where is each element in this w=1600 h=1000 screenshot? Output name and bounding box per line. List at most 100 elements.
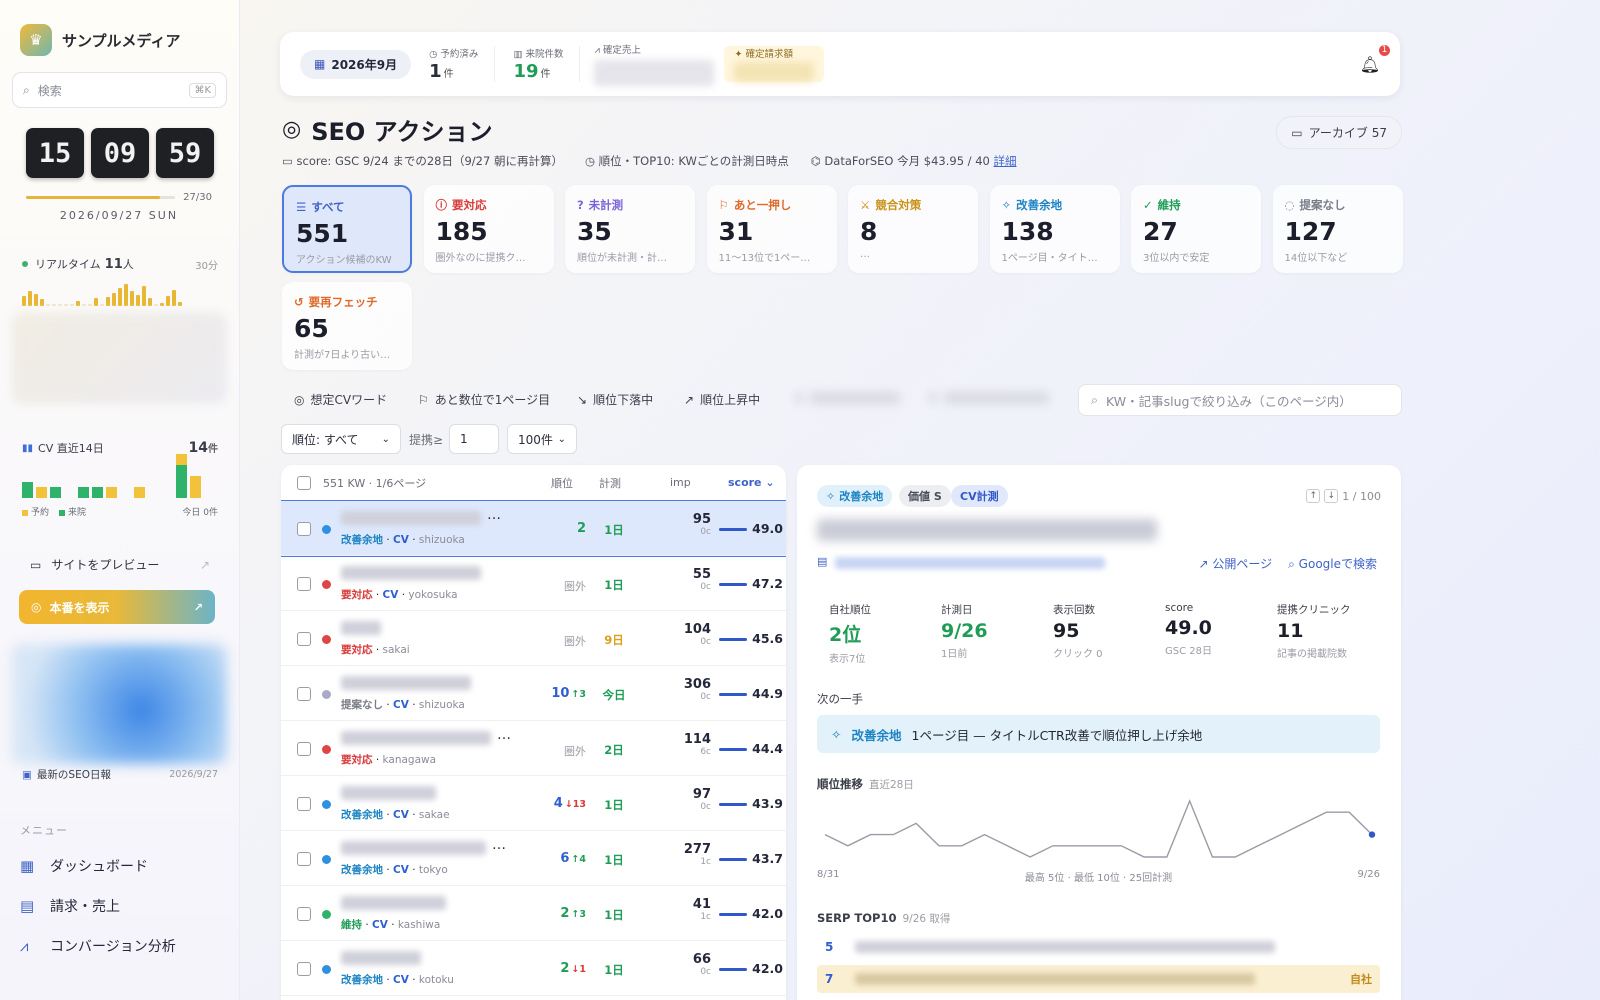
table-row[interactable]: 改善余地 · CV · sakae 4 ↓13 1日 97 0c 43.9 xyxy=(281,776,786,831)
row-checkbox[interactable] xyxy=(297,907,311,921)
nav-billing[interactable]: ▤ 請求・売上 xyxy=(20,896,120,916)
select-all-checkbox[interactable] xyxy=(297,476,311,490)
calendar-icon: ▦ xyxy=(314,57,326,71)
notifications-button[interactable]: 🔔︎ 1 xyxy=(1360,42,1392,74)
month-selector[interactable]: ▦ 2026年9月 xyxy=(300,49,412,79)
table-row[interactable]: … 要対応 · kanagawa 圏外 2日 114 6c 44.4 xyxy=(281,721,786,776)
details-link[interactable]: 詳細 xyxy=(994,154,1017,168)
detail-kpi: 計測日 9/26 1日前 xyxy=(941,602,1053,665)
col-rank[interactable]: 順位 xyxy=(551,475,573,491)
brand[interactable]: ♛ サンプルメディア xyxy=(20,24,181,56)
next-action-heading: 次の一手 xyxy=(817,692,863,706)
filter-card-sub: 3位以内で安定 xyxy=(1143,253,1210,264)
page-title-text: SEO アクション xyxy=(311,118,493,146)
realtime-bar xyxy=(88,304,92,306)
crown-icon: ♛ xyxy=(20,24,52,56)
page-title: ◎ SEO アクション xyxy=(282,112,492,147)
filter-card-sub: 11〜13位で1ペー… xyxy=(718,253,811,264)
check-icon: ✓ xyxy=(1143,198,1153,212)
rank-history-heading: 順位推移 直近28日 xyxy=(817,777,914,791)
row-measured: 1日 xyxy=(604,908,624,922)
nav-conversion[interactable]: ⩘ コンバージョン分析 xyxy=(20,936,176,956)
table-row[interactable]: 改善余地 · CV · kotoku 2 ↓1 1日 66 0c 42.0 xyxy=(281,941,786,996)
table-row[interactable]: 要対応 · CV · yokosuka 圏外 1日 55 0c 47.2 xyxy=(281,556,786,611)
blurred-value xyxy=(734,62,815,82)
serp-heading: SERP TOP10 9/26 取得 xyxy=(817,911,951,925)
target-icon: ◎ xyxy=(282,117,302,142)
row-checkbox[interactable] xyxy=(297,742,311,756)
per-page-select[interactable]: 100件 ⌄ xyxy=(507,424,577,454)
table-row[interactable]: 要対応 · sakai 圏外 9日 104 0c 45.6 xyxy=(281,611,786,666)
row-checkbox[interactable] xyxy=(297,797,311,811)
view-live-button[interactable]: ◎ 本番を表示 ↗ xyxy=(19,590,215,624)
brand-name: サンプルメディア xyxy=(62,31,181,50)
table-row[interactable]: 維持 · CV · kashiwa 2 ↑3 1日 41 1c 42.0 xyxy=(281,886,786,941)
quick-filter-near-page1[interactable]: ⚐ あと数位で1ページ目 xyxy=(418,391,550,408)
row-tags: 要対応 · kanagawa xyxy=(341,754,437,766)
quick-filter-rising[interactable]: ↗ 順位上昇中 xyxy=(684,391,760,408)
next-arrow-icon[interactable]: ↓ xyxy=(1324,489,1339,503)
quick-filter-blurred[interactable]: ⇩ xyxy=(928,391,1050,405)
site-preview-link[interactable]: ▭ サイトをプレビュー ↗ xyxy=(30,556,210,573)
table-row[interactable]: … 改善余地 · CV · tokyo 6 ↑4 1日 277 1c 43.7 xyxy=(281,831,786,886)
col-measured[interactable]: 計測 xyxy=(599,475,621,491)
keyword-filter-input[interactable]: ⌕ KW・記事slugで絞り込み（このページ内） xyxy=(1078,384,1402,416)
filter-card[interactable]: ↺ 要再フェッチ 65 計測が7日より古い… xyxy=(282,282,412,370)
row-checkbox[interactable] xyxy=(297,522,311,536)
grid-icon: ▦ xyxy=(20,857,35,875)
quick-filter-label: 順位上昇中 xyxy=(700,393,761,407)
row-checkbox[interactable] xyxy=(297,687,311,701)
rank-select[interactable]: 順位: すべて ⌄ xyxy=(281,424,401,454)
sidebar-search[interactable]: ⌕ 検索 ⌘K xyxy=(12,72,227,108)
col-score[interactable]: score ⌄ xyxy=(728,476,775,489)
row-tag: 維持 xyxy=(341,919,362,931)
row-checkbox[interactable] xyxy=(297,852,311,866)
row-checkbox[interactable] xyxy=(297,577,311,591)
filter-card[interactable]: ⚔ 競合対策 8… xyxy=(848,185,978,273)
nav-dashboard[interactable]: ▦ ダッシュボード xyxy=(20,856,148,876)
row-rank: 2 ↓1 xyxy=(506,961,586,976)
row-checkbox[interactable] xyxy=(297,632,311,646)
cv-tag: CV xyxy=(393,534,409,546)
serp-row-own[interactable]: 7 自社 xyxy=(817,965,1380,993)
table-row[interactable]: … 改善余地 · CV · shizuoka 2 1日 95 0c 49.0 xyxy=(281,500,786,557)
trend-icon: ⩘ xyxy=(594,45,600,56)
public-page-link[interactable]: ↗ 公開ページ xyxy=(1198,555,1272,572)
blurred-article-url[interactable] xyxy=(835,557,1105,569)
table-row[interactable]: 提案なし · CV · shizuoka 10 ↑3 今日 306 0c 44.9 xyxy=(281,666,786,721)
filter-card[interactable]: ☰ すべて 551 アクション候補のKW xyxy=(282,185,412,273)
clock-hours: 15 xyxy=(26,128,84,178)
month-progress-track xyxy=(26,196,176,199)
prev-arrow-icon[interactable]: ↑ xyxy=(1306,489,1321,503)
archive-button[interactable]: ▭ アーカイブ 57 xyxy=(1276,116,1402,149)
filter-card-count: 127 xyxy=(1284,217,1337,246)
realtime-bar xyxy=(82,304,86,306)
quick-filter-blurred[interactable]: ⇩ xyxy=(794,391,901,405)
filter-card[interactable]: ✧ 改善余地 138 1ページ目・タイト… xyxy=(989,185,1120,273)
row-checkbox[interactable] xyxy=(297,962,311,976)
filter-card-sub: アクション候補のKW xyxy=(296,255,392,266)
cv-tag: CV xyxy=(382,589,399,601)
rank-delta: ↑3 xyxy=(571,909,586,920)
status-dot-icon xyxy=(322,910,331,919)
next-action-tag: 改善余地 xyxy=(851,727,902,743)
filter-card[interactable]: ⓘ 要対応 185 圏外なのに提携ク… xyxy=(423,185,554,273)
row-tag: 改善余地 xyxy=(341,809,383,821)
filter-card[interactable]: ⚐ あと一押し 31 11〜13位で1ペー… xyxy=(706,185,837,273)
filter-card[interactable]: ? 未計測 35 順位が未計測・計… xyxy=(565,185,695,273)
quick-filter-dropping[interactable]: ↘ 順位下落中 xyxy=(577,391,653,408)
teian-input[interactable]: 1 xyxy=(449,424,499,454)
score-bar xyxy=(719,913,747,916)
search-placeholder: 検索 xyxy=(37,83,62,98)
kpi-value: 9/26 xyxy=(941,620,988,642)
filter-card[interactable]: ✓ 維持 27 3位以内で安定 xyxy=(1131,185,1261,273)
google-search-link[interactable]: ⌕ Googleで検索 xyxy=(1288,555,1377,572)
serp-row[interactable]: 5 xyxy=(817,933,1380,961)
quick-filter-cv[interactable]: ◎ 想定CVワード xyxy=(294,391,387,408)
row-imp: 55 0c xyxy=(651,567,711,592)
seo-report-link[interactable]: ▣ 最新のSEO日報 2026/9/27 xyxy=(22,767,218,782)
seo-report-thumbnail[interactable] xyxy=(12,644,227,764)
filter-card[interactable]: ◌ 提案なし 127 14位以下など xyxy=(1272,185,1403,273)
detail-kpi: 表示回数 95 クリック 0 xyxy=(1053,602,1165,665)
col-imp[interactable]: imp xyxy=(670,476,691,489)
